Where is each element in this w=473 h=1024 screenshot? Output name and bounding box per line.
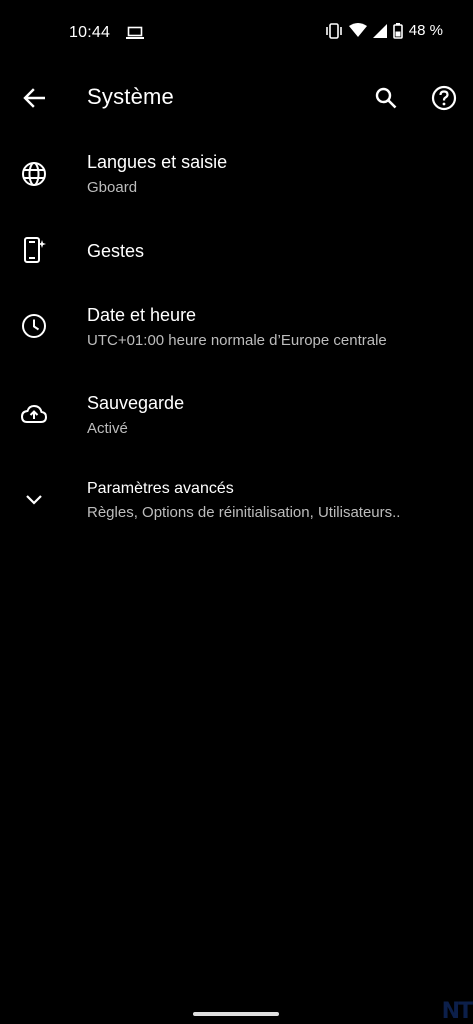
setting-title: Date et heure — [87, 305, 197, 325]
status-icons: 48 % — [325, 22, 443, 39]
page-title: Système — [87, 84, 174, 109]
setting-title: Sauvegarde — [87, 393, 185, 413]
signal-icon — [372, 23, 387, 38]
setting-item-languages[interactable]: Langues et saisie Gboard — [0, 136, 473, 224]
status-time: 10:44 — [69, 24, 111, 41]
globe-icon — [20, 160, 48, 188]
wifi-icon — [348, 23, 367, 38]
gesture-nav-handle[interactable] — [193, 1012, 279, 1016]
gesture-phone-icon — [20, 236, 48, 264]
clock-icon — [20, 312, 48, 340]
back-arrow-icon — [23, 88, 45, 108]
laptop-icon — [126, 26, 144, 45]
status-bar: 10:44 48 % — [0, 0, 473, 64]
watermark-logo: NT — [441, 999, 473, 1024]
help-icon — [431, 85, 457, 111]
setting-summary: UTC+01:00 heure normale d’Europe central… — [87, 332, 387, 349]
setting-item-backup[interactable]: Sauvegarde Activé — [0, 388, 473, 468]
setting-item-advanced[interactable]: Paramètres avancés Règles, Options de ré… — [0, 476, 473, 556]
help-button[interactable] — [428, 82, 460, 114]
chevron-down-icon — [20, 486, 48, 514]
search-icon — [375, 87, 397, 109]
setting-summary: Activé — [87, 420, 128, 437]
app-bar: Système — [0, 64, 473, 132]
setting-summary: Règles, Options de réinitialisation, Uti… — [87, 504, 401, 521]
search-button[interactable] — [370, 82, 402, 114]
vibrate-icon — [325, 22, 343, 39]
setting-title: Langues et saisie — [87, 152, 228, 172]
battery-icon — [392, 22, 403, 39]
battery-percent: 48 % — [408, 22, 443, 39]
setting-summary: Gboard — [87, 179, 138, 196]
setting-title: Paramètres avancés — [87, 480, 234, 497]
setting-title: Gestes — [87, 241, 145, 261]
back-button[interactable] — [18, 82, 50, 114]
setting-item-gestures[interactable]: Gestes — [0, 224, 473, 280]
setting-item-date-time[interactable]: Date et heure UTC+01:00 heure normale d’… — [0, 300, 473, 380]
cloud-upload-icon — [20, 400, 48, 428]
